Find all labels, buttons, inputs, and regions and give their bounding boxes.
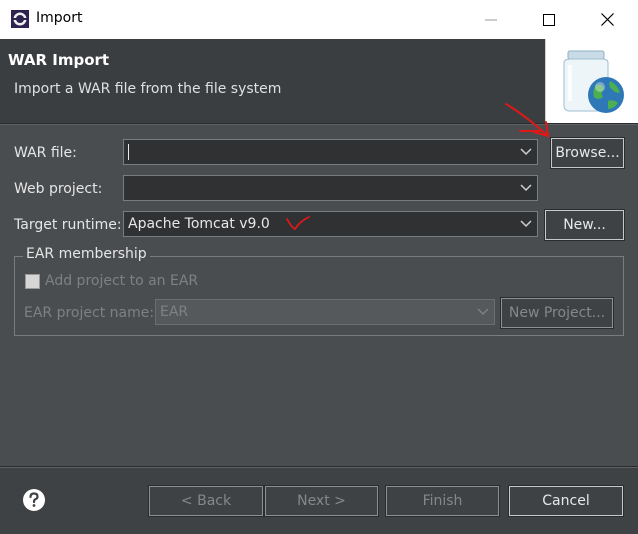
web-project-label: Web project: (14, 181, 103, 197)
ear-project-name-label: EAR project name: (24, 305, 155, 321)
close-button[interactable] (578, 0, 636, 39)
text-cursor (128, 144, 129, 160)
target-runtime-combo[interactable]: Apache Tomcat v9.0 (123, 211, 538, 237)
title-bar: Import (0, 0, 638, 39)
chevron-down-icon[interactable] (515, 140, 537, 164)
add-to-ear-label: Add project to an EAR (45, 273, 199, 289)
wizard-footer: < Back Next > Finish Cancel (0, 468, 638, 534)
help-icon[interactable] (22, 488, 46, 512)
target-runtime-label: Target runtime: (14, 217, 122, 233)
web-project-combo[interactable] (123, 175, 538, 201)
minimize-button[interactable] (462, 0, 520, 39)
ear-project-name-combo[interactable]: EAR (155, 299, 495, 325)
chevron-down-icon[interactable] (472, 300, 494, 324)
maximize-icon (543, 13, 555, 26)
ear-membership-group: EAR membership Add project to an EAR EAR… (14, 246, 624, 336)
add-to-ear-checkbox[interactable] (25, 274, 40, 289)
jar-globe-icon (563, 50, 624, 113)
wizard-content: WAR file: Browse... Web project: Target … (0, 126, 638, 466)
close-icon (600, 13, 614, 26)
wizard-banner-image (545, 39, 638, 123)
war-file-label: WAR file: (14, 145, 77, 161)
wizard-header: WAR Import Import a WAR file from the fi… (0, 39, 638, 123)
page-title: WAR Import (8, 51, 110, 69)
finish-button[interactable]: Finish (385, 485, 500, 517)
chevron-down-icon[interactable] (515, 176, 537, 200)
maximize-button[interactable] (520, 0, 578, 39)
ear-membership-title: EAR membership (23, 246, 150, 262)
next-button[interactable]: Next > (264, 485, 379, 517)
browse-button[interactable]: Browse... (550, 137, 625, 169)
back-button[interactable]: < Back (148, 485, 264, 517)
minimize-icon (485, 19, 497, 20)
page-description: Import a WAR file from the file system (14, 81, 282, 97)
eclipse-app-icon (11, 10, 29, 28)
header-divider (0, 123, 638, 125)
new-runtime-button[interactable]: New... (544, 209, 625, 241)
window-title: Import (36, 10, 83, 26)
cancel-button[interactable]: Cancel (508, 485, 624, 517)
target-runtime-value[interactable]: Apache Tomcat v9.0 (128, 216, 270, 232)
war-file-combo[interactable] (123, 139, 538, 165)
chevron-down-icon[interactable] (515, 212, 537, 236)
new-ear-project-button[interactable]: New Project... (500, 297, 614, 329)
ear-project-name-value[interactable]: EAR (160, 304, 188, 320)
